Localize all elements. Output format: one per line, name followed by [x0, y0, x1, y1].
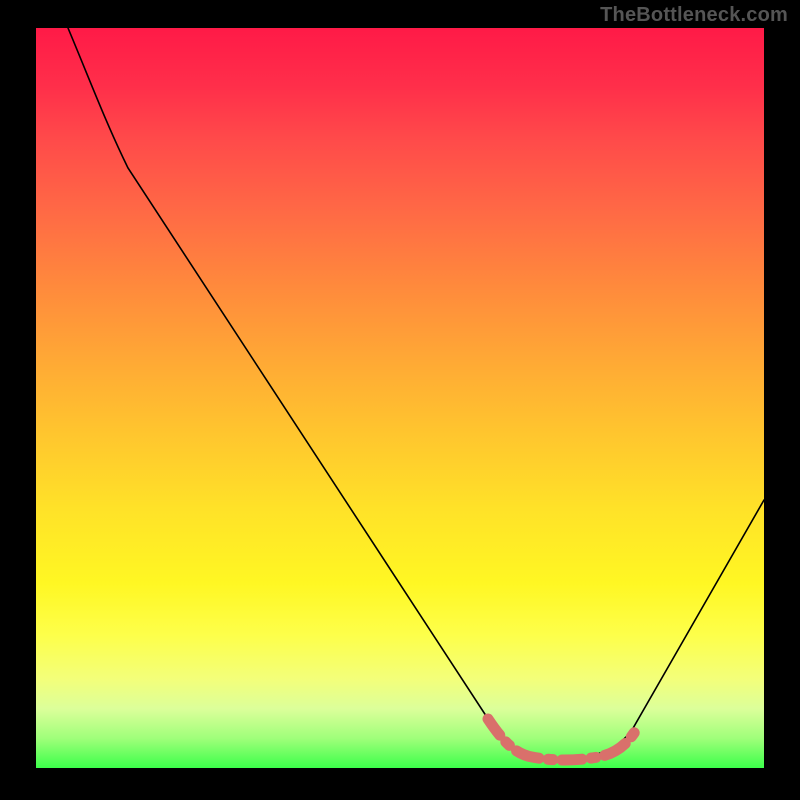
chart-frame: TheBottleneck.com	[0, 0, 800, 800]
plot-area	[36, 28, 764, 768]
watermark-text: TheBottleneck.com	[600, 4, 788, 27]
optimal-range-marker	[488, 719, 636, 760]
curve-line	[68, 28, 764, 759]
bottleneck-curve	[36, 28, 764, 768]
